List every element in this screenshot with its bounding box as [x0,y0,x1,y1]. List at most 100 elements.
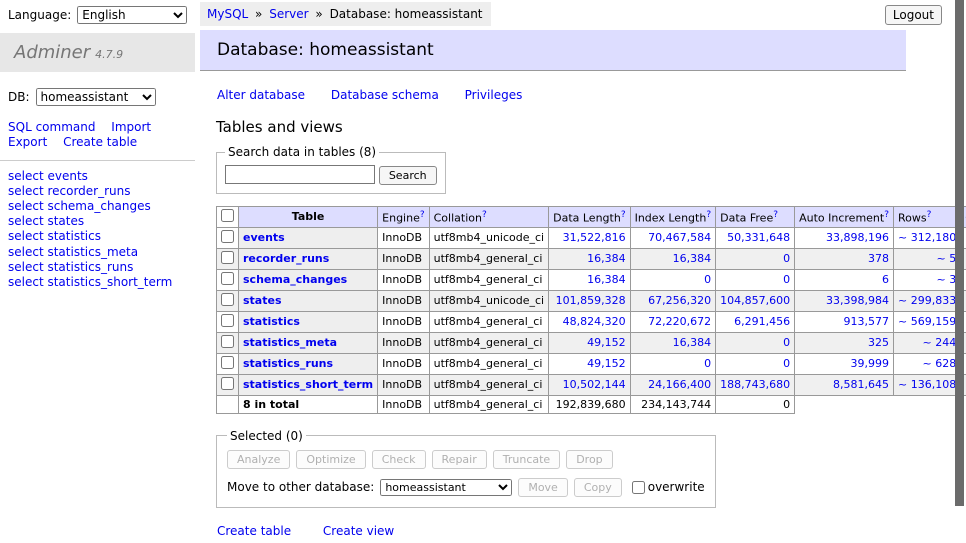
sidebar-item-select-statistics-meta[interactable]: select statistics_meta [8,246,187,259]
search-input[interactable] [225,165,375,184]
database-schema-link[interactable]: Database schema [331,88,439,102]
analyze-button[interactable]: Analyze [227,450,290,469]
vertical-scrollbar[interactable] [955,0,964,506]
copy-button[interactable]: Copy [574,478,622,497]
column-help-link[interactable]: ? [482,210,487,220]
rows-link[interactable]: ~ 299,833 [898,294,956,307]
drop-button[interactable]: Drop [566,450,612,469]
overwrite-checkbox[interactable] [632,481,645,494]
create-table-link[interactable]: Create table [217,524,291,538]
sidebar-item-select-statistics-runs[interactable]: select statistics_runs [8,261,187,274]
select-all-checkbox[interactable] [221,209,234,222]
sidebar-item-select-events[interactable]: select events [8,170,187,183]
move-button[interactable]: Move [518,478,568,497]
truncate-button[interactable]: Truncate [493,450,560,469]
auto-increment-link[interactable]: 8,581,645 [833,378,889,391]
index-length-link[interactable]: 0 [704,273,711,286]
table-name-link[interactable]: statistics_short_term [243,378,373,391]
rows-link[interactable]: ~ 312,180 [898,231,956,244]
rows-link[interactable]: ~ 136,108 [898,378,956,391]
adminer-logo-link[interactable]: Adminer [14,42,90,63]
sidebar-item-select-states[interactable]: select states [8,215,187,228]
data-length-link[interactable]: 10,502,144 [563,378,626,391]
db-select[interactable]: homeassistant [36,88,156,106]
table-name-link[interactable]: states [243,294,282,307]
row-select-checkbox[interactable] [221,356,234,369]
table-name-link[interactable]: statistics_meta [243,336,337,349]
index-length-link[interactable]: 0 [704,357,711,370]
row-select-checkbox[interactable] [221,230,234,243]
index-length-link[interactable]: 24,166,400 [648,378,711,391]
data-free-link[interactable]: 104,857,600 [720,294,790,307]
auto-increment-link[interactable]: 6 [882,273,889,286]
row-select-checkbox[interactable] [221,293,234,306]
sidebar-link-sql-command[interactable]: SQL command [8,121,95,135]
auto-increment-link[interactable]: 33,898,196 [826,231,889,244]
rows-link[interactable]: ~ 628 [922,357,956,370]
row-select-checkbox[interactable] [221,335,234,348]
logout-button[interactable]: Logout [885,5,942,25]
index-length-link[interactable]: 16,384 [673,252,712,265]
sidebar-link-import[interactable]: Import [111,121,151,135]
index-length-link[interactable]: 70,467,584 [648,231,711,244]
repair-button[interactable]: Repair [432,450,487,469]
column-help-link[interactable]: ? [706,210,711,220]
auto-increment-link[interactable]: 33,398,984 [826,294,889,307]
data-length-link[interactable]: 49,152 [587,336,626,349]
sidebar-item-select-schema-changes[interactable]: select schema_changes [8,200,187,213]
privileges-link[interactable]: Privileges [465,88,523,102]
sidebar-item-select-statistics-short-term[interactable]: select statistics_short_term [8,276,187,289]
rows-link[interactable]: ~ 244 [922,336,956,349]
column-help-link[interactable]: ? [621,210,626,220]
data-length-link[interactable]: 48,824,320 [563,315,626,328]
data-free-link[interactable]: 50,331,648 [727,231,790,244]
breadcrumb-server-link[interactable]: Server [269,7,308,21]
data-free-link[interactable]: 6,291,456 [734,315,790,328]
data-length-link[interactable]: 49,152 [587,357,626,370]
index-length-link[interactable]: 67,256,320 [648,294,711,307]
rows-link[interactable]: ~ 569,159 [898,315,956,328]
table-name-link[interactable]: recorder_runs [243,252,329,265]
data-length-link[interactable]: 101,859,328 [556,294,626,307]
data-free-link[interactable]: 188,743,680 [720,378,790,391]
table-name-link[interactable]: schema_changes [243,273,347,286]
sidebar-link-export[interactable]: Export [8,136,47,150]
create-view-link[interactable]: Create view [323,524,394,538]
data-free-link[interactable]: 0 [783,357,790,370]
data-free-link[interactable]: 0 [783,252,790,265]
auto-increment-link[interactable]: 378 [868,252,889,265]
column-help-link[interactable]: ? [927,210,932,220]
data-length-link[interactable]: 16,384 [587,273,626,286]
table-name-link[interactable]: events [243,231,285,244]
auto-increment-link[interactable]: 913,577 [844,315,890,328]
auto-increment-link[interactable]: 39,999 [851,357,890,370]
optimize-button[interactable]: Optimize [296,450,365,469]
index-length-link[interactable]: 16,384 [673,336,712,349]
row-select-checkbox[interactable] [221,314,234,327]
rows-link[interactable]: ~ 3 [936,273,956,286]
data-free-link[interactable]: 0 [783,336,790,349]
row-select-checkbox[interactable] [221,272,234,285]
language-select[interactable]: English [77,6,187,24]
auto-increment-link[interactable]: 325 [868,336,889,349]
row-select-checkbox[interactable] [221,251,234,264]
column-help-link[interactable]: ? [773,210,778,220]
column-help-link[interactable]: ? [884,210,889,220]
move-database-select[interactable]: homeassistant [380,479,512,496]
column-help-link[interactable]: ? [420,210,425,220]
alter-database-link[interactable]: Alter database [217,88,305,102]
rows-link[interactable]: ~ 5 [936,252,956,265]
search-button[interactable]: Search [379,166,437,185]
data-free-link[interactable]: 0 [783,273,790,286]
sidebar-item-select-recorder-runs[interactable]: select recorder_runs [8,185,187,198]
table-name-link[interactable]: statistics_runs [243,357,333,370]
sidebar-item-select-statistics[interactable]: select statistics [8,230,187,243]
breadcrumb-mysql-link[interactable]: MySQL [207,7,248,21]
row-select-checkbox[interactable] [221,377,234,390]
data-length-link[interactable]: 16,384 [587,252,626,265]
index-length-link[interactable]: 72,220,672 [648,315,711,328]
data-length-link[interactable]: 31,522,816 [563,231,626,244]
table-name-link[interactable]: statistics [243,315,300,328]
sidebar-link-create-table[interactable]: Create table [63,136,137,150]
check-button[interactable]: Check [372,450,426,469]
